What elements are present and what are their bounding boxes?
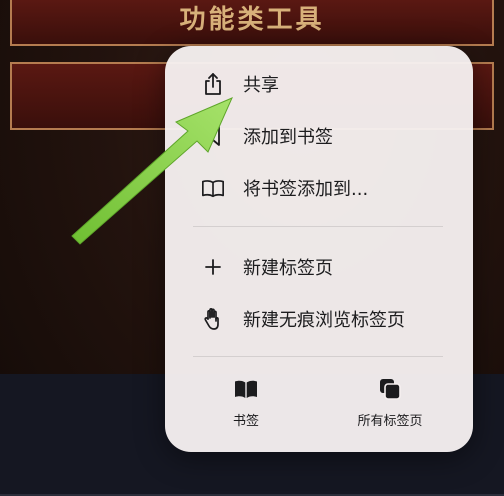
share-icon xyxy=(201,72,225,96)
menu-item-label: 共享 xyxy=(243,75,279,96)
all-tabs-button[interactable]: 所有标签页 xyxy=(347,376,433,440)
bookmarks-icon xyxy=(233,376,259,402)
menu-item-add-bookmark[interactable]: 添加到书签 xyxy=(165,111,473,161)
tools-category-button[interactable]: 功能类工具 xyxy=(10,0,494,46)
book-icon xyxy=(201,176,225,200)
bookmarks-label: 书签 xyxy=(232,414,259,429)
tools-category-label: 功能类工具 xyxy=(179,4,325,35)
bookmarks-button[interactable]: 书签 xyxy=(219,376,273,440)
menu-item-add-bookmark-to[interactable]: 将书签添加到... xyxy=(165,163,473,213)
menu-item-label: 将书签添加到... xyxy=(243,179,369,200)
menu-item-label: 新建标签页 xyxy=(243,258,333,279)
bookmark-icon xyxy=(201,124,225,148)
menu-divider xyxy=(193,226,443,227)
plus-icon xyxy=(201,255,225,279)
menu-item-new-tab[interactable]: 新建标签页 xyxy=(165,242,473,292)
menu-divider xyxy=(193,356,443,357)
menu-item-new-private-tab[interactable]: 新建无痕浏览标签页 xyxy=(165,294,473,344)
menu-item-label: 添加到书签 xyxy=(243,127,333,148)
context-menu: 共享 添加到书签 将书签添加到... 新建标签页 新建无痕浏览标签页 书签 所有… xyxy=(165,46,473,452)
all-tabs-label: 所有标签页 xyxy=(357,414,423,429)
menu-item-share[interactable]: 共享 xyxy=(165,59,473,109)
tabs-icon xyxy=(377,376,403,402)
menu-item-label: 新建无痕浏览标签页 xyxy=(243,310,405,331)
hand-icon xyxy=(201,307,225,331)
